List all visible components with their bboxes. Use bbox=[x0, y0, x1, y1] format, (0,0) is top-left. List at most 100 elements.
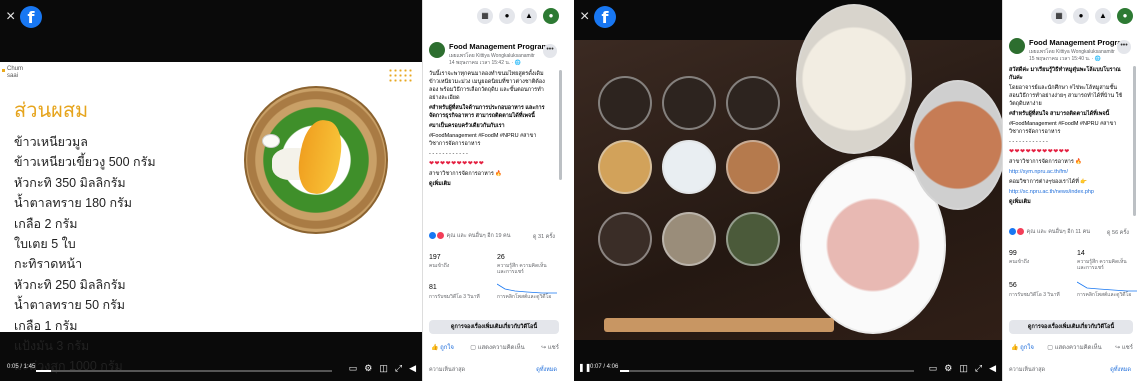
like-button[interactable]: 👍 ถูกใจ bbox=[431, 342, 454, 352]
screenshot-pork-stew: × f ❚❚ 0:07 / 4:06 ▭ ⚙ ◫ ⤢ ◀ ▦ ● ▲ ● Foo… bbox=[574, 0, 1139, 381]
progress-bar[interactable] bbox=[36, 370, 332, 372]
stat-label: คนเข้าถึง bbox=[1009, 259, 1030, 265]
see-all-link[interactable]: ดูทั้งหมด bbox=[1110, 366, 1131, 374]
close-icon[interactable]: × bbox=[580, 9, 589, 25]
cutting-board-image bbox=[604, 318, 834, 332]
stat-label: คนเข้าถึง bbox=[429, 263, 450, 269]
view-count[interactable]: ดู 56 ครั้ง bbox=[1107, 229, 1129, 237]
like-button[interactable]: 👍 ถูกใจ bbox=[1011, 342, 1034, 352]
progress-fill bbox=[620, 370, 629, 372]
reaction-summary[interactable]: คุณ และ คนอื่นๆ อีก 19 คน bbox=[429, 232, 510, 240]
messenger-icon[interactable]: ● bbox=[499, 8, 515, 24]
video-player[interactable]: × f Chum saai ส่วนผสม ข้าวเหนียวมูล ข้าว… bbox=[0, 0, 422, 381]
list-item: กะทิราดหน้า bbox=[14, 257, 83, 272]
list-item: หัวกะทิ 250 มิลลิกรัม bbox=[14, 277, 126, 292]
settings-gear-icon[interactable]: ⚙ bbox=[944, 363, 952, 373]
share-button[interactable]: ↪ แชร์ bbox=[1115, 342, 1133, 352]
fullscreen-icon[interactable]: ⤢ bbox=[395, 363, 402, 373]
notification-bell-icon[interactable]: ▲ bbox=[521, 8, 537, 24]
page-avatar[interactable] bbox=[429, 42, 445, 58]
ingredients-table-image bbox=[574, 4, 1002, 340]
pip-icon[interactable]: ◫ bbox=[959, 363, 968, 373]
profile-avatar[interactable]: ● bbox=[1117, 8, 1133, 24]
page-name[interactable]: Food Management Program bbox=[1029, 38, 1128, 47]
comment-sort[interactable]: ความเห็นล่าสุด bbox=[429, 366, 465, 374]
website-link[interactable]: http://sym.npru.ac.th/fm/ bbox=[1009, 168, 1127, 176]
video-player[interactable]: × f ❚❚ 0:07 / 4:06 ▭ ⚙ ◫ ⤢ ◀ bbox=[574, 0, 1002, 381]
settings-gear-icon[interactable]: ⚙ bbox=[364, 363, 372, 373]
see-more-link[interactable]: ดูเพิ่มเติม bbox=[429, 180, 553, 188]
spice-bowl-image bbox=[598, 140, 652, 194]
pip-icon[interactable]: ◫ bbox=[379, 363, 388, 373]
control-icons: ▭ ⚙ ◫ ⤢ ◀ bbox=[929, 363, 996, 373]
post-paragraph: วันนี้เราจะพาทุกคนมาลองทำขนมไทยสูตรดั้งเ… bbox=[429, 71, 545, 101]
messenger-icon[interactable]: ● bbox=[1073, 8, 1089, 24]
captions-icon[interactable]: ▭ bbox=[349, 363, 358, 373]
scrollbar[interactable] bbox=[559, 70, 562, 180]
facebook-logo-icon[interactable]: f bbox=[20, 6, 42, 28]
see-more-link[interactable]: ดูเพิ่มเติม bbox=[1009, 198, 1127, 206]
fullscreen-icon[interactable]: ⤢ bbox=[975, 363, 982, 373]
reaction-text: คุณ และ คนอื่นๆ อีก 11 คน bbox=[1026, 229, 1091, 235]
page-avatar[interactable] bbox=[1009, 38, 1025, 54]
post-date[interactable]: 14 พฤษภาคม เวลา 15:42 น. · 🌐 bbox=[449, 59, 521, 67]
slide-title: ส่วนผสม bbox=[14, 100, 89, 122]
post-paragraph: #สำหรับผู้ที่สนใจด้านการประกอบอาหาร และก… bbox=[429, 105, 545, 119]
star-anise-bowl-image bbox=[598, 76, 652, 130]
close-icon[interactable]: × bbox=[6, 9, 15, 25]
post-date[interactable]: 15 พฤษภาคม เวลา 15:40 น. · 🌐 bbox=[1029, 55, 1101, 63]
list-item: หัวกะทิ 350 มิลลิกรัม bbox=[14, 175, 126, 190]
menu-grid-icon[interactable]: ▦ bbox=[1051, 8, 1067, 24]
stat-number: 99 bbox=[1009, 250, 1017, 257]
list-item: น้ำตาลทราย 50 กรัม bbox=[14, 298, 126, 313]
see-all-link[interactable]: ดูทั้งหมด bbox=[536, 366, 557, 374]
stat-label: การคลิกโพสต์และดูวิดีโอ bbox=[497, 294, 552, 300]
like-label: ถูกใจ bbox=[1020, 345, 1034, 351]
separator: - - - - - - - - - - - - bbox=[429, 151, 468, 157]
profile-avatar[interactable]: ● bbox=[543, 8, 559, 24]
eggs-image bbox=[910, 80, 1002, 210]
view-count[interactable]: ดู 31 ครั้ง bbox=[533, 233, 555, 241]
like-reaction-icon bbox=[429, 232, 436, 240]
facebook-logo-icon[interactable]: f bbox=[594, 6, 616, 28]
share-label: แชร์ bbox=[547, 345, 559, 351]
program-name: สาขาวิชาการจัดการอาหาร 🔥 bbox=[429, 171, 503, 177]
stat-number: 81 bbox=[429, 284, 437, 291]
comment-button[interactable]: ▢ แสดงความคิดเห็น bbox=[1047, 342, 1101, 352]
progress-bar[interactable] bbox=[620, 370, 914, 372]
post-paragraph: สวัสดีค่ะ มาเรียนรู้วิธีทำหมูตุ๋นพะโล้แบ… bbox=[1009, 67, 1121, 81]
insights-button[interactable]: ดูการจองเรื่องเพิ่มเติมเกี่ยวกับวิดีโอนี… bbox=[429, 320, 559, 334]
slide-brand: Chum saai bbox=[7, 66, 24, 79]
stat-label: ความรู้สึก ความคิดเห็น และการแชร์ bbox=[497, 263, 547, 275]
sparkline-chart bbox=[497, 283, 557, 294]
volume-icon[interactable]: ◀ bbox=[989, 363, 996, 373]
heart-emojis: ❤❤❤❤❤❤❤❤❤❤❤ bbox=[1009, 149, 1070, 155]
decorative-dots-icon bbox=[388, 68, 414, 82]
stat-label: ความรู้สึก ความคิดเห็น และการแชร์ bbox=[1077, 259, 1127, 271]
share-button[interactable]: ↪ แชร์ bbox=[541, 342, 559, 352]
reaction-summary[interactable]: คุณ และ คนอื่นๆ อีก 11 คน bbox=[1009, 228, 1090, 236]
comment-button[interactable]: ▢ แสดงความคิดเห็น bbox=[470, 342, 524, 352]
post-actions: 👍 ถูกใจ ▢ แสดงความคิดเห็น ↪ แชร์ bbox=[431, 342, 559, 352]
comment-sort[interactable]: ความเห็นล่าสุด bbox=[1009, 366, 1045, 374]
menu-grid-icon[interactable]: ▦ bbox=[477, 8, 493, 24]
post-paragraph: โดยอาจารย์และนักศึกษา #ไข่พะโล้หมูสามชั้… bbox=[1009, 85, 1123, 107]
like-reaction-icon bbox=[1009, 228, 1016, 236]
ingredients-list: ข้าวเหนียวมูล ข้าวเหนียวเขี้ยวงู 500 กรั… bbox=[14, 132, 156, 377]
post-actions: 👍 ถูกใจ ▢ แสดงความคิดเห็น ↪ แชร์ bbox=[1011, 342, 1133, 352]
captions-icon[interactable]: ▭ bbox=[929, 363, 938, 373]
recipe-slide: Chum saai ส่วนผสม ข้าวเหนียวมูล ข้าวเหนี… bbox=[0, 62, 422, 373]
insights-button[interactable]: ดูการจองเรื่องเพิ่มเติมเกี่ยวกับวิดีโอนี… bbox=[1009, 320, 1133, 334]
link-label: คอมวิชาการต่างๆของเราได้ที่ 👉 bbox=[1009, 179, 1088, 185]
notification-bell-icon[interactable]: ▲ bbox=[1095, 8, 1111, 24]
progress-fill bbox=[36, 370, 51, 372]
video-controls: ❚❚ 0:07 / 4:06 ▭ ⚙ ◫ ⤢ ◀ bbox=[574, 358, 1002, 381]
more-dots-icon[interactable]: ••• bbox=[1117, 40, 1131, 54]
volume-icon[interactable]: ◀ bbox=[409, 363, 416, 373]
news-link[interactable]: http://sc.npru.ac.th/news/index.php bbox=[1009, 188, 1127, 196]
more-dots-icon[interactable]: ••• bbox=[543, 44, 557, 58]
scrollbar[interactable] bbox=[1133, 66, 1136, 216]
list-item: เกลือ 2 กรัม bbox=[14, 216, 78, 231]
program-name: สาขาวิชาการจัดการอาหาร 🔥 bbox=[1009, 159, 1083, 165]
page-name[interactable]: Food Management Program bbox=[449, 42, 548, 51]
